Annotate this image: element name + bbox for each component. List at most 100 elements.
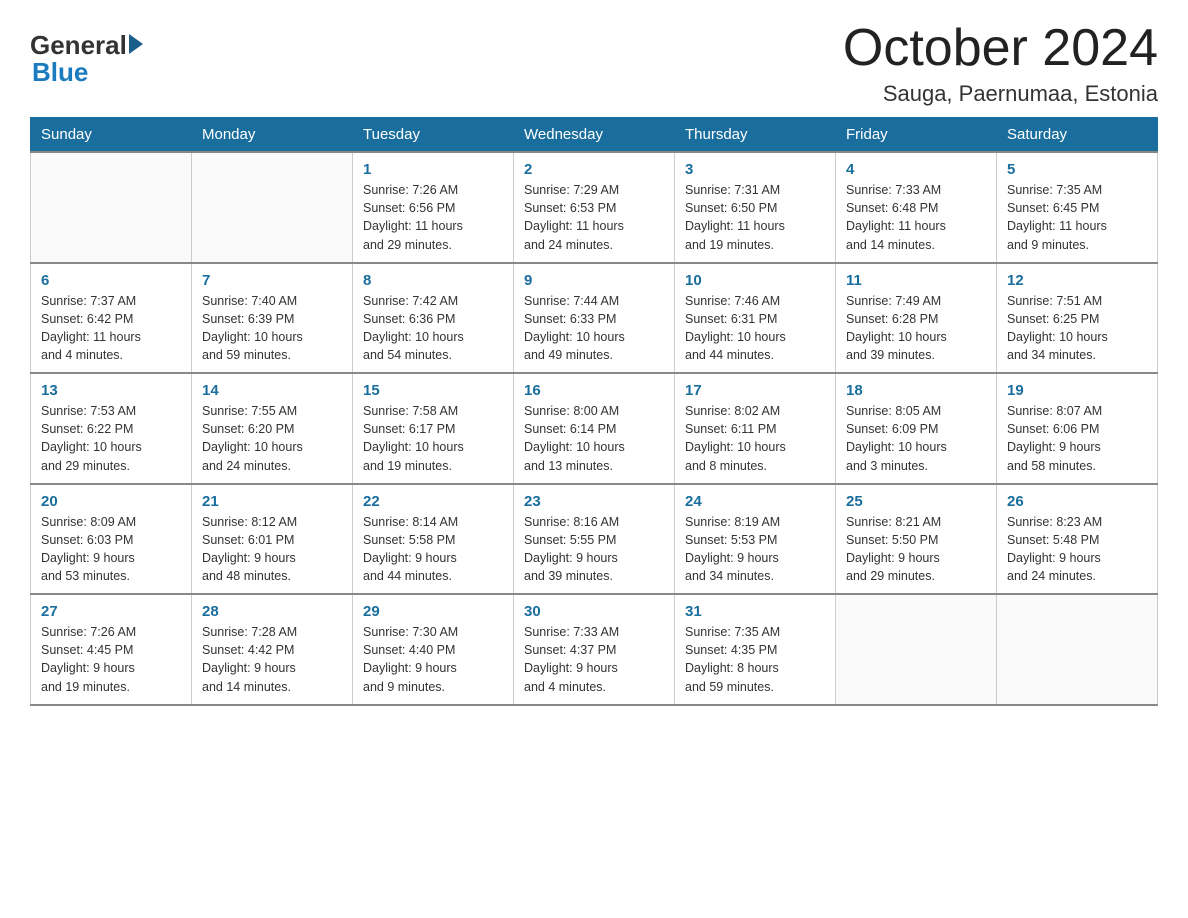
calendar-header-row: SundayMondayTuesdayWednesdayThursdayFrid… [31,118,1158,153]
day-info: Sunrise: 7:33 AM Sunset: 6:48 PM Dayligh… [846,181,986,254]
day-number: 19 [1007,382,1147,399]
day-info: Sunrise: 8:23 AM Sunset: 5:48 PM Dayligh… [1007,513,1147,586]
day-number: 15 [363,382,503,399]
day-of-week-header: Saturday [997,118,1158,153]
calendar-cell: 5 Sunrise: 7:35 AM Sunset: 6:45 PM Daylig… [997,152,1158,263]
day-number: 12 [1007,272,1147,289]
day-info: Sunrise: 7:40 AM Sunset: 6:39 PM Dayligh… [202,292,342,365]
calendar-cell: 25 Sunrise: 8:21 AM Sunset: 5:50 PM Dayli… [836,484,997,595]
calendar-cell: 31Sunrise: 7:35 AM Sunset: 4:35 PM Dayli… [675,594,836,705]
calendar-cell: 19 Sunrise: 8:07 AM Sunset: 6:06 PM Dayli… [997,373,1158,484]
calendar-cell: 29Sunrise: 7:30 AM Sunset: 4:40 PM Dayli… [353,594,514,705]
day-number: 4 [846,161,986,178]
day-info: Sunrise: 8:16 AM Sunset: 5:55 PM Dayligh… [524,513,664,586]
day-info: Sunrise: 7:53 AM Sunset: 6:22 PM Dayligh… [41,402,181,475]
day-number: 28 [202,603,342,620]
logo: General Blue [30,20,143,88]
day-info: Sunrise: 7:42 AM Sunset: 6:36 PM Dayligh… [363,292,503,365]
calendar-cell [192,152,353,263]
calendar-cell: 7 Sunrise: 7:40 AM Sunset: 6:39 PM Daylig… [192,263,353,374]
day-number: 17 [685,382,825,399]
day-number: 30 [524,603,664,620]
calendar-week-row: 27Sunrise: 7:26 AM Sunset: 4:45 PM Dayli… [31,594,1158,705]
day-number: 1 [363,161,503,178]
calendar-cell: 10 Sunrise: 7:46 AM Sunset: 6:31 PM Dayli… [675,263,836,374]
calendar-cell: 18 Sunrise: 8:05 AM Sunset: 6:09 PM Dayli… [836,373,997,484]
day-number: 6 [41,272,181,289]
day-number: 14 [202,382,342,399]
day-info: Sunrise: 7:26 AM Sunset: 6:56 PM Dayligh… [363,181,503,254]
calendar-cell: 26 Sunrise: 8:23 AM Sunset: 5:48 PM Dayli… [997,484,1158,595]
calendar-cell: 17 Sunrise: 8:02 AM Sunset: 6:11 PM Dayli… [675,373,836,484]
day-number: 11 [846,272,986,289]
day-info: Sunrise: 8:00 AM Sunset: 6:14 PM Dayligh… [524,402,664,475]
location-subtitle: Sauga, Paernumaa, Estonia [843,81,1158,107]
day-number: 16 [524,382,664,399]
calendar-cell: 13Sunrise: 7:53 AM Sunset: 6:22 PM Dayli… [31,373,192,484]
day-number: 2 [524,161,664,178]
day-info: Sunrise: 8:19 AM Sunset: 5:53 PM Dayligh… [685,513,825,586]
calendar-cell: 8 Sunrise: 7:42 AM Sunset: 6:36 PM Daylig… [353,263,514,374]
day-info: Sunrise: 7:33 AM Sunset: 4:37 PM Dayligh… [524,623,664,696]
calendar-week-row: 20 Sunrise: 8:09 AM Sunset: 6:03 PM Dayli… [31,484,1158,595]
day-info: Sunrise: 7:58 AM Sunset: 6:17 PM Dayligh… [363,402,503,475]
day-info: Sunrise: 7:35 AM Sunset: 4:35 PM Dayligh… [685,623,825,696]
calendar-cell: 1 Sunrise: 7:26 AM Sunset: 6:56 PM Daylig… [353,152,514,263]
logo-arrow-icon [129,34,143,54]
calendar-cell: 16 Sunrise: 8:00 AM Sunset: 6:14 PM Dayli… [514,373,675,484]
calendar-table: SundayMondayTuesdayWednesdayThursdayFrid… [30,117,1158,706]
calendar-cell: 14 Sunrise: 7:55 AM Sunset: 6:20 PM Dayli… [192,373,353,484]
day-info: Sunrise: 8:09 AM Sunset: 6:03 PM Dayligh… [41,513,181,586]
day-info: Sunrise: 7:44 AM Sunset: 6:33 PM Dayligh… [524,292,664,365]
calendar-cell: 2 Sunrise: 7:29 AM Sunset: 6:53 PM Daylig… [514,152,675,263]
day-of-week-header: Wednesday [514,118,675,153]
day-of-week-header: Monday [192,118,353,153]
day-number: 23 [524,493,664,510]
calendar-cell: 6 Sunrise: 7:37 AM Sunset: 6:42 PM Daylig… [31,263,192,374]
day-info: Sunrise: 7:30 AM Sunset: 4:40 PM Dayligh… [363,623,503,696]
calendar-cell: 4 Sunrise: 7:33 AM Sunset: 6:48 PM Daylig… [836,152,997,263]
calendar-cell: 12Sunrise: 7:51 AM Sunset: 6:25 PM Dayli… [997,263,1158,374]
day-of-week-header: Friday [836,118,997,153]
calendar-cell [31,152,192,263]
day-info: Sunrise: 8:21 AM Sunset: 5:50 PM Dayligh… [846,513,986,586]
day-number: 25 [846,493,986,510]
calendar-cell: 20 Sunrise: 8:09 AM Sunset: 6:03 PM Dayli… [31,484,192,595]
day-info: Sunrise: 8:14 AM Sunset: 5:58 PM Dayligh… [363,513,503,586]
day-info: Sunrise: 7:29 AM Sunset: 6:53 PM Dayligh… [524,181,664,254]
calendar-cell: 15 Sunrise: 7:58 AM Sunset: 6:17 PM Dayli… [353,373,514,484]
day-info: Sunrise: 8:05 AM Sunset: 6:09 PM Dayligh… [846,402,986,475]
calendar-cell: 3Sunrise: 7:31 AM Sunset: 6:50 PM Daylig… [675,152,836,263]
day-info: Sunrise: 7:31 AM Sunset: 6:50 PM Dayligh… [685,181,825,254]
day-info: Sunrise: 8:07 AM Sunset: 6:06 PM Dayligh… [1007,402,1147,475]
day-number: 27 [41,603,181,620]
day-of-week-header: Sunday [31,118,192,153]
day-number: 18 [846,382,986,399]
day-of-week-header: Thursday [675,118,836,153]
calendar-cell: 11 Sunrise: 7:49 AM Sunset: 6:28 PM Dayli… [836,263,997,374]
day-number: 7 [202,272,342,289]
day-number: 5 [1007,161,1147,178]
logo-blue-text: Blue [30,57,88,88]
calendar-cell: 24Sunrise: 8:19 AM Sunset: 5:53 PM Dayli… [675,484,836,595]
day-info: Sunrise: 7:46 AM Sunset: 6:31 PM Dayligh… [685,292,825,365]
calendar-cell: 22 Sunrise: 8:14 AM Sunset: 5:58 PM Dayli… [353,484,514,595]
day-number: 26 [1007,493,1147,510]
calendar-cell: 9Sunrise: 7:44 AM Sunset: 6:33 PM Daylig… [514,263,675,374]
calendar-week-row: 13Sunrise: 7:53 AM Sunset: 6:22 PM Dayli… [31,373,1158,484]
calendar-cell: 27Sunrise: 7:26 AM Sunset: 4:45 PM Dayli… [31,594,192,705]
day-info: Sunrise: 7:28 AM Sunset: 4:42 PM Dayligh… [202,623,342,696]
day-info: Sunrise: 7:35 AM Sunset: 6:45 PM Dayligh… [1007,181,1147,254]
day-number: 20 [41,493,181,510]
day-info: Sunrise: 8:02 AM Sunset: 6:11 PM Dayligh… [685,402,825,475]
day-info: Sunrise: 7:49 AM Sunset: 6:28 PM Dayligh… [846,292,986,365]
day-info: Sunrise: 8:12 AM Sunset: 6:01 PM Dayligh… [202,513,342,586]
calendar-week-row: 6 Sunrise: 7:37 AM Sunset: 6:42 PM Daylig… [31,263,1158,374]
calendar-week-row: 1 Sunrise: 7:26 AM Sunset: 6:56 PM Daylig… [31,152,1158,263]
calendar-cell: 21Sunrise: 8:12 AM Sunset: 6:01 PM Dayli… [192,484,353,595]
day-number: 10 [685,272,825,289]
day-info: Sunrise: 7:37 AM Sunset: 6:42 PM Dayligh… [41,292,181,365]
day-number: 22 [363,493,503,510]
day-number: 8 [363,272,503,289]
day-info: Sunrise: 7:55 AM Sunset: 6:20 PM Dayligh… [202,402,342,475]
